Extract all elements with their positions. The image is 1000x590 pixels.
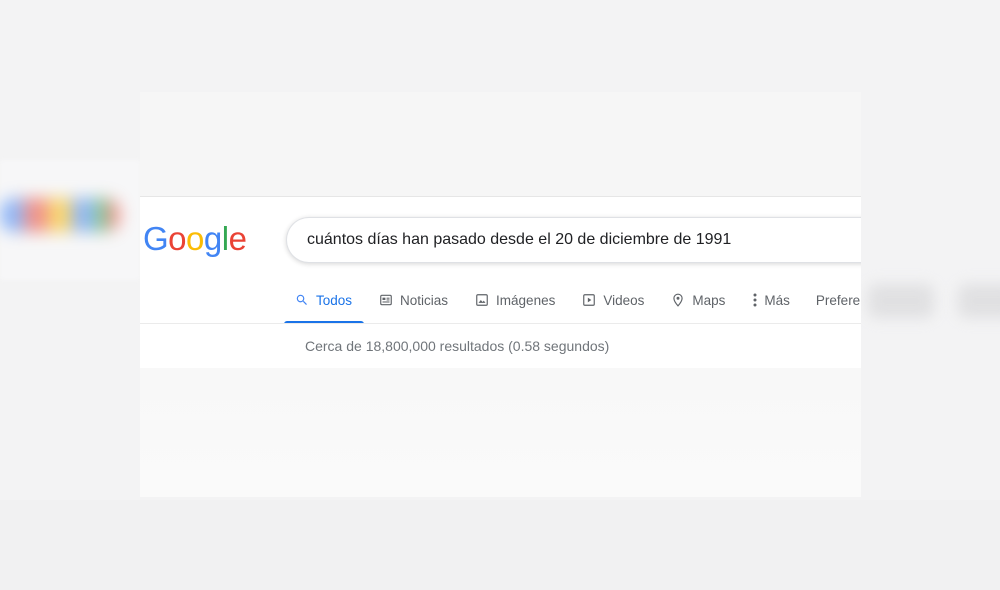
logo-letter: o <box>168 220 187 257</box>
tab-label: Imágenes <box>496 292 556 308</box>
tab-mas[interactable]: Más <box>751 287 790 313</box>
tab-label: Videos <box>603 292 645 308</box>
results-stats: Cerca de 18,800,000 resultados (0.58 seg… <box>305 338 610 354</box>
results-area <box>140 368 861 497</box>
tab-label: Prefere <box>815 292 861 308</box>
search-tabs: Todos Noticias Imágenes Videos Maps Más … <box>283 287 861 324</box>
blurred-tools-button <box>868 284 934 318</box>
play-icon <box>581 292 597 308</box>
more-vert-icon <box>751 292 759 308</box>
tab-imagenes[interactable]: Imágenes <box>474 287 555 313</box>
blurred-footer-area <box>0 500 1000 590</box>
logo-letter: G <box>143 220 169 257</box>
logo-letter: o <box>186 220 204 257</box>
logo-letter: g <box>203 220 222 257</box>
search-box <box>286 217 861 263</box>
tab-videos[interactable]: Videos <box>581 287 644 313</box>
tabs-divider <box>140 323 861 324</box>
tab-label: Maps <box>692 292 726 308</box>
tab-label: Todos <box>316 292 353 308</box>
screenshot-stage: Google Todos <box>0 0 1000 590</box>
tab-label: Noticias <box>400 292 449 308</box>
google-logo[interactable]: Google <box>143 219 247 259</box>
logo-letter: l <box>221 220 229 257</box>
tab-label: Más <box>764 292 790 308</box>
search-icon <box>294 292 310 308</box>
top-bar-area <box>140 92 861 196</box>
tab-preferencias[interactable]: Prefere <box>816 287 860 313</box>
search-page-panel: Google Todos <box>140 92 861 497</box>
logo-letter: e <box>228 220 247 257</box>
search-input[interactable] <box>307 218 861 262</box>
blurred-settings-button <box>958 284 1000 318</box>
tab-noticias[interactable]: Noticias <box>378 287 448 313</box>
blurred-logo <box>0 198 120 232</box>
news-icon <box>378 292 394 308</box>
tab-todos[interactable]: Todos <box>283 287 365 324</box>
map-pin-icon <box>670 292 686 308</box>
search-header: Google Todos <box>140 197 861 324</box>
tab-maps[interactable]: Maps <box>670 287 725 313</box>
image-icon <box>474 292 490 308</box>
